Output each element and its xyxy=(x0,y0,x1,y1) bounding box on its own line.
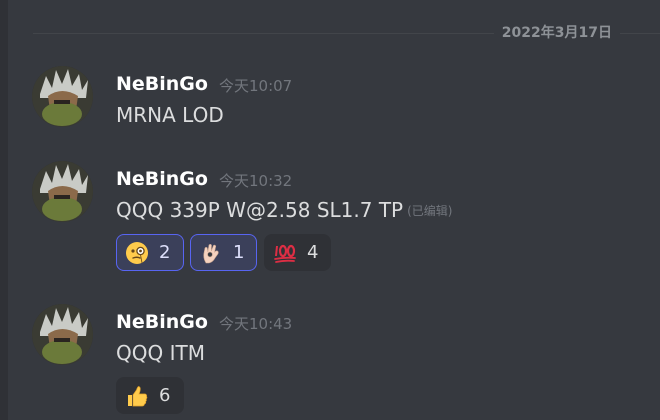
reaction-face-with-monocle[interactable]: 2 xyxy=(116,234,184,271)
avatar-image xyxy=(32,304,93,365)
hundred-points-icon xyxy=(274,244,296,263)
author-name[interactable]: NeBinGo xyxy=(116,166,208,192)
message: NeBinGo 今天10:07 MRNA LOD xyxy=(0,66,660,136)
date-divider: 2022年3月17日 xyxy=(33,22,660,44)
message-timestamp: 今天10:07 xyxy=(219,77,293,95)
reaction-ok-hand[interactable]: 1 xyxy=(190,234,257,271)
message-content: QQQ 339P W@2.58 SL1.7 TP (已编辑) xyxy=(116,196,453,225)
avatar[interactable] xyxy=(32,161,93,222)
reaction-count: 4 xyxy=(307,242,319,263)
message-text: QQQ 339P W@2.58 SL1.7 TP xyxy=(116,198,404,222)
avatar-image xyxy=(32,66,93,127)
reaction-count: 1 xyxy=(233,242,245,263)
message-timestamp: 今天10:32 xyxy=(219,172,293,190)
face-with-monocle-icon xyxy=(126,242,148,264)
message-content: QQQ ITM xyxy=(116,339,205,367)
author-name[interactable]: NeBinGo xyxy=(116,71,208,97)
avatar[interactable] xyxy=(32,304,93,365)
message-text: QQQ ITM xyxy=(116,341,205,365)
reaction-count: 6 xyxy=(159,385,171,406)
message-timestamp: 今天10:43 xyxy=(219,315,293,333)
date-divider-label: 2022年3月17日 xyxy=(493,23,620,43)
edited-label: (已编辑) xyxy=(407,204,453,218)
avatar-image xyxy=(32,161,93,222)
thumbs-up-icon xyxy=(128,386,148,407)
reaction-hundred-points[interactable]: 4 xyxy=(264,234,331,271)
ok-hand-icon xyxy=(203,243,219,264)
message-text: MRNA LOD xyxy=(116,103,224,127)
avatar[interactable] xyxy=(32,66,93,127)
message-content: MRNA LOD xyxy=(116,101,224,129)
author-name[interactable]: NeBinGo xyxy=(116,309,208,335)
message: NeBinGo 今天10:32 QQQ 339P W@2.58 SL1.7 TP… xyxy=(0,161,660,273)
message: NeBinGo 今天10:43 QQQ ITM 6 xyxy=(0,304,660,416)
reaction-count: 2 xyxy=(159,242,171,263)
reaction-thumbs-up[interactable]: 6 xyxy=(116,377,184,414)
